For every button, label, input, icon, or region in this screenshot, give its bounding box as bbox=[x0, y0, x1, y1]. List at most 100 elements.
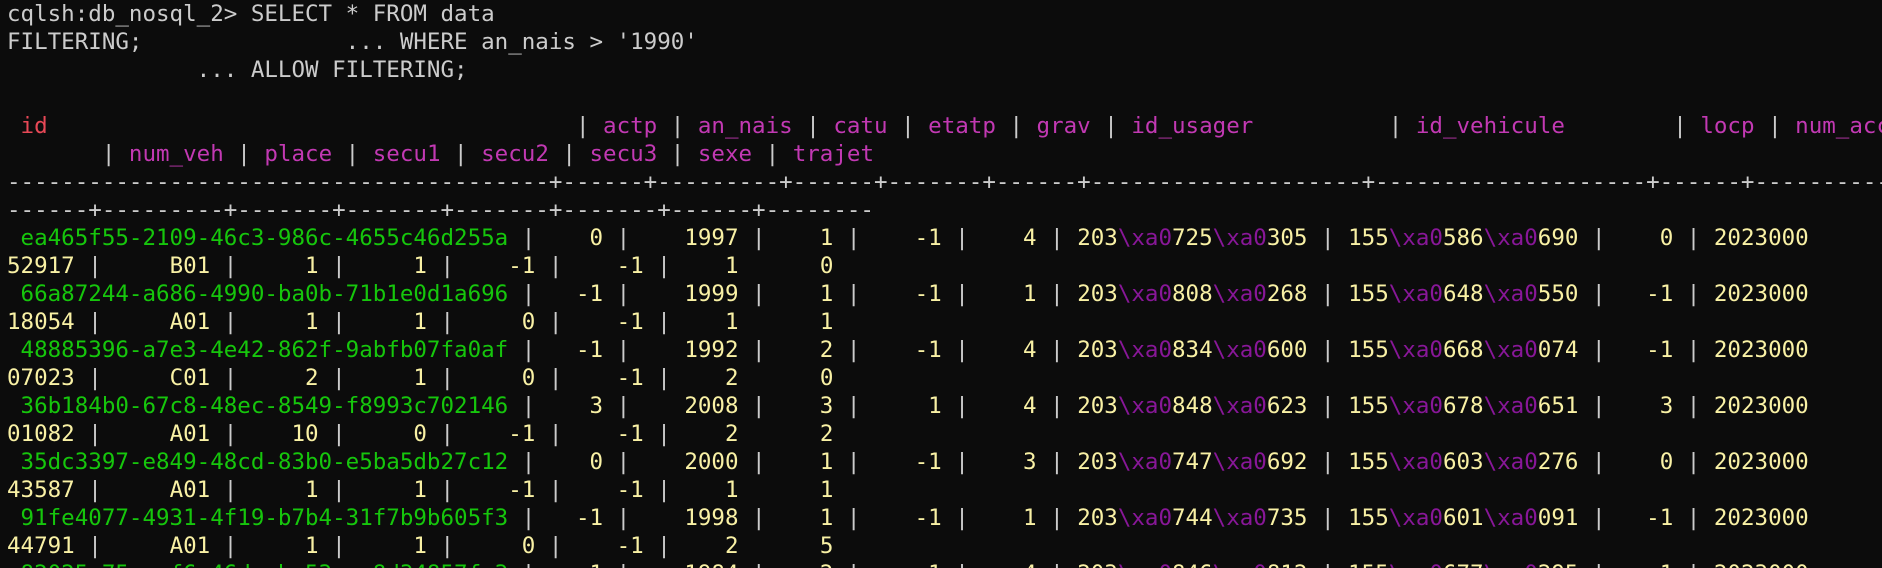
table-separator: | bbox=[74, 253, 170, 279]
cell-value: 268 bbox=[1266, 281, 1308, 307]
column-header: num_veh bbox=[128, 141, 224, 167]
table-separator: | bbox=[210, 421, 292, 447]
cell-value: 2 bbox=[305, 365, 319, 391]
table-separator: | bbox=[74, 421, 170, 447]
cell-value: 3 bbox=[819, 393, 834, 419]
cell-value: 0 bbox=[521, 309, 536, 335]
table-separator: | bbox=[318, 253, 414, 279]
cell-value: 4 bbox=[1023, 225, 1037, 251]
escape-sequence: \xa0 bbox=[1483, 505, 1538, 531]
cell-value: -1 bbox=[914, 337, 942, 363]
table-separator: | bbox=[210, 309, 306, 335]
cell-value: -1 bbox=[1646, 281, 1674, 307]
escape-sequence: \xa0 bbox=[1483, 225, 1538, 251]
table-separator: | bbox=[508, 449, 590, 475]
output-line: ------+---------+-------+-------+-------… bbox=[7, 196, 1882, 224]
cell-value: 276 bbox=[1537, 449, 1579, 475]
table-separator: | bbox=[738, 337, 820, 363]
escape-sequence: \xa0 bbox=[1388, 449, 1443, 475]
table-separator bbox=[739, 365, 820, 391]
terminal-window[interactable]: cqlsh:db_nosql_2> SELECT * FROM data FILT… bbox=[0, 0, 1882, 568]
table-separator: | bbox=[643, 421, 725, 447]
table-separator: | bbox=[603, 505, 685, 531]
cell-value: -1 bbox=[576, 561, 603, 568]
table-separator: | bbox=[1036, 281, 1078, 307]
command-line: cqlsh:db_nosql_2> SELECT * FROM data bbox=[7, 0, 1882, 28]
table-separator: | bbox=[643, 309, 725, 335]
cell-value: A01 bbox=[169, 309, 211, 335]
output-line: 44791 | A01 | 1 | 1 | 0 | -1 | 2 5 bbox=[7, 532, 1882, 560]
table-separator: | bbox=[210, 477, 306, 503]
uuid-value: ea465f55-2109-46c3-986c-4655c46d255a bbox=[20, 225, 509, 251]
output-line: | num_veh | place | secu1 | secu2 | secu… bbox=[7, 140, 1882, 168]
table-separator: | bbox=[657, 113, 698, 139]
table-separator: | bbox=[1253, 113, 1416, 139]
cell-value: -1 bbox=[616, 421, 644, 447]
cell-value: -1 bbox=[616, 309, 644, 335]
cell-value: -1 bbox=[915, 561, 942, 568]
cell-value: 0 bbox=[589, 225, 604, 251]
cell-value: 603 bbox=[1442, 449, 1484, 475]
cell-value: 091 bbox=[1537, 505, 1579, 531]
cell-value: 1 bbox=[928, 393, 942, 419]
table-separator: | bbox=[426, 365, 522, 391]
table-separator: | bbox=[833, 561, 914, 568]
table-separator: | bbox=[1036, 505, 1078, 531]
table-separator: | bbox=[7, 141, 129, 167]
cell-value: 1 bbox=[724, 477, 739, 503]
uuid-value: 82025c75-caf6-46da-ba53-ac8d34857fc3 bbox=[21, 561, 509, 568]
cell-value: 07023 bbox=[7, 365, 75, 391]
table-separator: | bbox=[47, 113, 604, 139]
table-separator: | bbox=[738, 505, 820, 531]
escape-sequence: \xa0 bbox=[1388, 505, 1443, 531]
table-separator: | bbox=[426, 477, 509, 503]
cell-value: 586 bbox=[1442, 225, 1484, 251]
column-header: secu2 bbox=[481, 141, 549, 167]
cell-value: 203 bbox=[1077, 337, 1118, 363]
escape-sequence: \xa0 bbox=[1117, 337, 1173, 363]
cell-value: 2023000 bbox=[1713, 449, 1809, 475]
column-header: num_acc bbox=[1795, 113, 1882, 139]
cell-value: 2023000 bbox=[1714, 561, 1809, 568]
table-separator: | bbox=[1090, 113, 1132, 139]
table-separator: | bbox=[643, 365, 725, 391]
table-separator: | bbox=[74, 365, 170, 391]
table-separator: | bbox=[643, 253, 725, 279]
cell-value: 744 bbox=[1172, 505, 1213, 531]
cell-value: 1 bbox=[1023, 505, 1037, 531]
escape-sequence: \xa0 bbox=[1117, 393, 1173, 419]
command-line: FILTERING; ... WHERE an_nais > '1990' bbox=[7, 28, 1882, 56]
cell-value: B01 bbox=[169, 253, 211, 279]
cell-value: 725 bbox=[1172, 225, 1213, 251]
table-separator: | bbox=[643, 477, 725, 503]
cell-value: 0 bbox=[413, 421, 427, 447]
cell-value: 01082 bbox=[7, 421, 75, 447]
table-separator: | bbox=[752, 141, 793, 167]
table-separator: | bbox=[792, 113, 834, 139]
cell-value: 0 bbox=[1659, 449, 1674, 475]
table-separator bbox=[739, 533, 820, 559]
cell-value: 1 bbox=[819, 309, 834, 335]
cell-value: C01 bbox=[169, 365, 211, 391]
table-separator: | bbox=[738, 449, 820, 475]
table-separator: | bbox=[508, 281, 576, 307]
cell-value: 2023000 bbox=[1713, 281, 1809, 307]
uuid-value: 36b184b0-67c8-48ec-8549-f8993c702146 bbox=[20, 393, 509, 419]
cell-value: 2 bbox=[724, 365, 739, 391]
table-separator: | bbox=[1673, 337, 1714, 363]
cell-value: 1 bbox=[1023, 281, 1037, 307]
output-line: 52917 | B01 | 1 | 1 | -1 | -1 | 1 0 bbox=[7, 252, 1882, 280]
table-separator: | bbox=[1754, 113, 1796, 139]
cell-value: -1 bbox=[1646, 561, 1673, 568]
cell-value: 2 bbox=[820, 561, 834, 568]
table-separator: | bbox=[603, 449, 685, 475]
cell-value: 155 bbox=[1348, 281, 1389, 307]
cell-value: 648 bbox=[1442, 281, 1484, 307]
cell-value: 1 bbox=[413, 253, 427, 279]
cell-value: 074 bbox=[1537, 337, 1579, 363]
cell-value: A01 bbox=[169, 421, 211, 447]
table-separator: | bbox=[603, 393, 685, 419]
